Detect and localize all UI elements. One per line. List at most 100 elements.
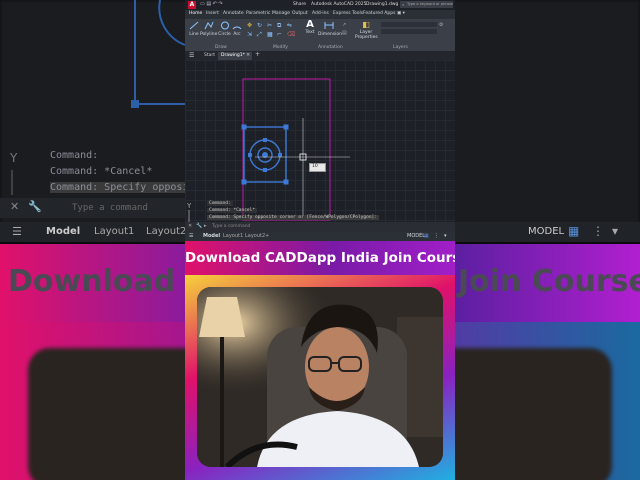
- annotation-small-tools: ↗ ▤: [342, 22, 354, 42]
- scale-icon[interactable]: ⤢: [257, 31, 262, 39]
- autocad-logo-icon[interactable]: A: [188, 1, 196, 9]
- tab-model[interactable]: Model: [203, 233, 220, 239]
- ucs-y-label: Y: [186, 202, 192, 210]
- tab-annotate[interactable]: Annotate: [223, 11, 244, 16]
- arc-button[interactable]: Arc: [232, 21, 242, 37]
- tab-start[interactable]: Start: [204, 53, 215, 58]
- arc-icon: [232, 26, 242, 30]
- circle-icon: [220, 21, 229, 30]
- command-input[interactable]: Type a command: [212, 224, 250, 229]
- svg-text:Y: Y: [9, 151, 18, 165]
- text-button[interactable]: A Text: [305, 19, 315, 36]
- wrench-icon[interactable]: 🔧: [196, 223, 202, 229]
- bg-command-input: Type a command: [72, 203, 148, 213]
- banner-text: Download CADDapp India Join Course: [185, 250, 455, 266]
- layer-properties-button[interactable]: ◧ Layer Properties: [355, 20, 378, 40]
- snap-icon[interactable]: ⋮: [434, 233, 439, 239]
- search-icon: ⌕: [402, 2, 405, 7]
- bg-tab-model: Model: [46, 226, 81, 237]
- move-icon[interactable]: ✥: [247, 22, 252, 29]
- snap-icon: ⋮: [592, 224, 604, 238]
- tab-parametric[interactable]: Parametric: [246, 11, 270, 16]
- copy-icon[interactable]: ⧉: [277, 22, 281, 30]
- modify-tools: ✥ ↻ ✂ ⧉ ⇋ ⇲ ⤢ ▦ ⌐ ⌫: [247, 22, 303, 42]
- tab-add-ins[interactable]: Add-ins: [312, 11, 329, 16]
- trim-icon[interactable]: ✂: [267, 22, 272, 29]
- tab-express-tools[interactable]: Express Tools: [333, 11, 363, 16]
- share-button[interactable]: Share: [293, 2, 306, 7]
- ribbon-toggle-icon[interactable]: ▣ ▾: [397, 11, 405, 16]
- wrench-icon: 🔧: [28, 200, 42, 213]
- model-space-button[interactable]: MODEL: [407, 233, 425, 239]
- bg-tab-layout2: Layout2: [146, 226, 187, 237]
- ortho-icon[interactable]: ▾: [444, 233, 447, 239]
- title-bar: A ▭ ▤ ↶ ↷ Share Autodesk AutoCAD 2025 Dr…: [185, 0, 455, 10]
- presenter-camera: [197, 287, 443, 467]
- ortho-icon: ▾: [612, 224, 619, 238]
- text-icon: A: [306, 19, 314, 30]
- table-icon[interactable]: ▤: [342, 30, 347, 36]
- file-tabs: ☰ Start Drawing1* × +: [185, 51, 455, 60]
- bg-cmd-line: Command: *Cancel*: [50, 166, 153, 177]
- polyline-button[interactable]: Polyline: [200, 21, 217, 37]
- grid-icon[interactable]: ▦: [424, 233, 429, 239]
- menu-icon[interactable]: ☰: [189, 52, 194, 59]
- lamp-icon: [199, 297, 245, 337]
- circle-button[interactable]: Circle: [218, 21, 231, 37]
- polyline-icon: [204, 21, 213, 30]
- stretch-icon[interactable]: ⇲: [247, 31, 252, 38]
- bg-banner-right: Join Course: [458, 264, 640, 299]
- rotate-icon[interactable]: ↻: [257, 22, 262, 29]
- fillet-icon[interactable]: ⌐: [277, 31, 282, 38]
- tab-layout2[interactable]: Layout2: [245, 233, 265, 239]
- grid-icon: ▦: [568, 224, 580, 238]
- mirror-icon[interactable]: ⇋: [287, 22, 292, 29]
- close-icon[interactable]: ✕: [188, 223, 192, 229]
- layer-tools-icon[interactable]: ⚙: [439, 22, 443, 28]
- tab-drawing1[interactable]: Drawing1* ×: [218, 52, 252, 60]
- group-layers: Layers: [393, 45, 408, 50]
- presenter-illustration: [197, 287, 443, 467]
- tab-output[interactable]: Output: [292, 11, 308, 16]
- line-button[interactable]: Line: [188, 21, 200, 37]
- layer-dropdown[interactable]: [381, 22, 437, 27]
- dimension-button[interactable]: Dimension: [318, 21, 342, 37]
- tab-manage[interactable]: Manage: [272, 11, 290, 16]
- layer-dropdowns: ⚙: [381, 22, 451, 40]
- layers-icon: ◧: [362, 20, 370, 29]
- tab-layout1[interactable]: Layout1: [223, 233, 243, 239]
- close-tab-icon[interactable]: ×: [246, 52, 250, 58]
- file-name: Drawing1.dwg: [366, 2, 399, 7]
- leader-icon[interactable]: ↗: [342, 22, 346, 28]
- drawing-canvas[interactable]: Y: [185, 60, 455, 222]
- bg-cmd-line: Command:: [50, 150, 99, 161]
- command-history-line: Command:: [207, 201, 233, 206]
- bg-cmd-line: Command: Specify opposit: [50, 182, 195, 193]
- bg-banner-left: Download: [8, 264, 176, 299]
- command-history-line: Command: *Cancel*: [207, 208, 258, 213]
- command-history-line: Command: Specify opposite corner or [Fen…: [207, 215, 379, 220]
- dynamic-input[interactable]: 10: [309, 163, 326, 172]
- group-modify: Modify: [273, 45, 288, 50]
- array-icon[interactable]: ▦: [267, 31, 273, 38]
- bg-model-button: MODEL: [528, 226, 565, 237]
- search-input[interactable]: ⌕ Type a keyword or phrase: [400, 1, 453, 8]
- layer-state-dropdown[interactable]: [381, 29, 437, 34]
- dimension-icon: [324, 22, 334, 29]
- line-icon: [189, 21, 199, 30]
- tab-featured-apps[interactable]: Featured Apps: [363, 11, 395, 16]
- prompt-icon: ▸: [204, 223, 207, 229]
- command-bar: ✕ 🔧 ▸ Type a command: [185, 222, 455, 232]
- close-icon: ✕: [10, 200, 20, 213]
- erase-icon[interactable]: ⌫: [287, 31, 295, 38]
- group-draw: Draw: [215, 45, 227, 50]
- app-title: Autodesk AutoCAD 2025: [311, 2, 367, 7]
- menu-icon: ☰: [12, 225, 22, 238]
- new-tab-icon[interactable]: +: [255, 51, 260, 58]
- add-layout-icon[interactable]: +: [265, 233, 269, 239]
- tab-insert[interactable]: Insert: [206, 11, 219, 16]
- bg-tab-layout1: Layout1: [94, 226, 135, 237]
- tab-home[interactable]: Home: [189, 11, 202, 16]
- quick-access-icon[interactable]: ▭ ▤ ↶ ↷: [200, 1, 223, 7]
- status-menu-icon[interactable]: ☰: [189, 233, 193, 239]
